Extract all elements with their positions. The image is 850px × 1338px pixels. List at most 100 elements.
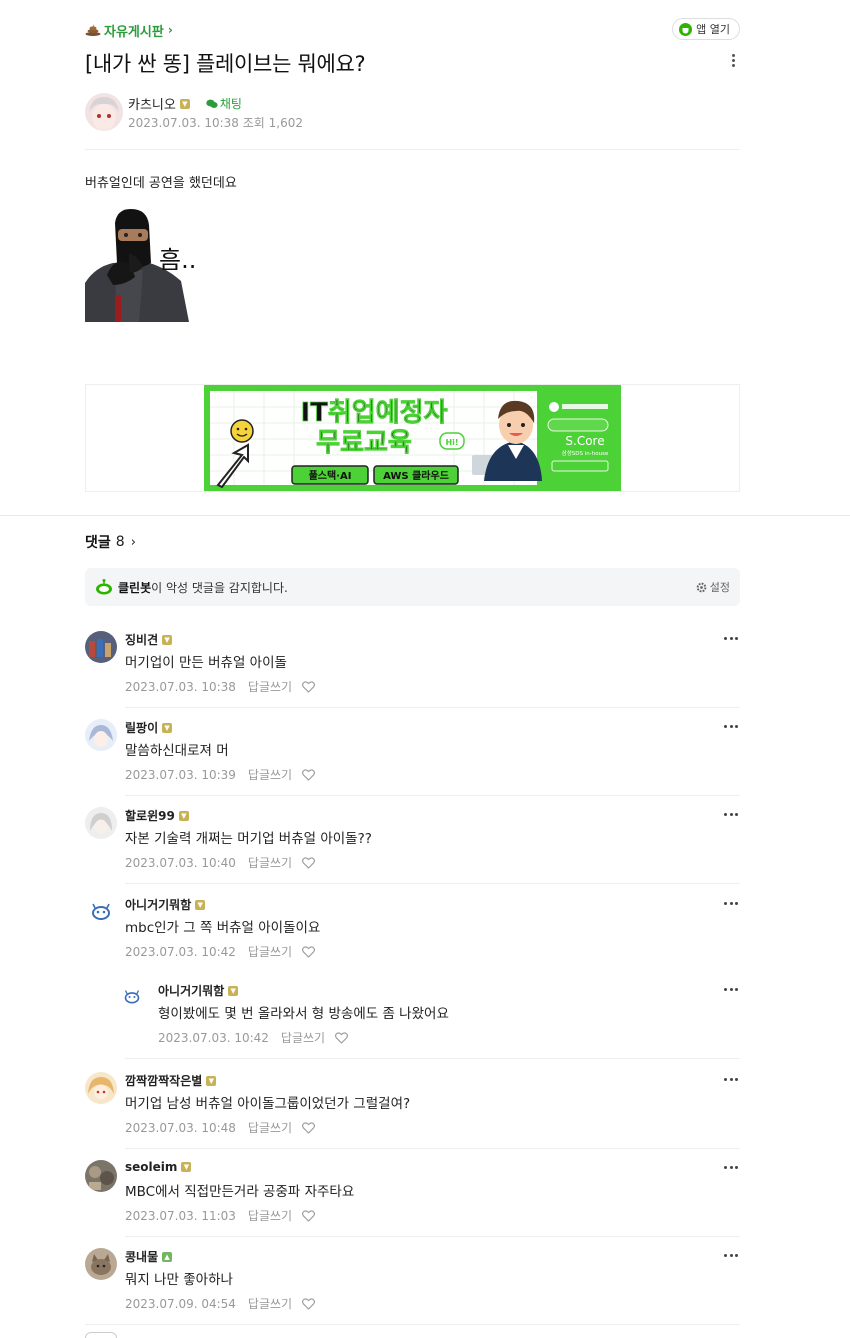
post-date: 2023.07.03. 10:38	[128, 116, 239, 130]
commenter-name[interactable]: 깜짝깜짝작은별	[125, 1072, 202, 1089]
board-name: 자유게시판	[104, 24, 164, 40]
commenter-avatar[interactable]	[119, 984, 145, 1010]
comment-date: 2023.07.09. 04:54	[125, 1296, 236, 1311]
comment-text: 자본 기술력 개쩌는 머기업 버츄얼 아이돌??	[125, 831, 372, 847]
comment-item: 깜짝깜짝작은별 ▼ 머기업 남성 버츄얼 아이돌그룹이었던가 그럴걸여? 2023…	[85, 1072, 740, 1136]
comment-text: 뭐지 나만 좋아하나	[125, 1272, 233, 1288]
commenter-avatar[interactable]	[85, 719, 117, 751]
comments-label: 댓글	[85, 535, 111, 551]
reply-item: 아니거기뭐함 ▼ 형이봤에도 몇 번 올라와서 형 방송에도 좀 나왔어요 202…	[119, 982, 740, 1046]
reply-button[interactable]: 답글쓰기	[281, 1029, 325, 1046]
ad-banner[interactable]: IT취업예정자 무료교육 Hi! 풀스택·AI AWS 클라우드 S.Core …	[204, 385, 621, 491]
comment-more-icon[interactable]	[724, 1162, 738, 1172]
comment-item: seoleim ▼ MBC에서 직접만든거라 공중파 자주타요 2023.07.0…	[85, 1160, 740, 1224]
comment-date: 2023.07.03. 10:42	[158, 1030, 269, 1045]
heart-icon[interactable]	[302, 680, 316, 693]
reply-button[interactable]: 답글쓰기	[248, 1295, 292, 1312]
commenter-name-row: 아니거기뭐함 ▼	[125, 896, 206, 913]
member-badge-icon: ▲	[162, 1251, 173, 1262]
member-badge-icon: ▼	[206, 1075, 217, 1086]
comment-more-icon[interactable]	[724, 809, 738, 819]
post-more-icon[interactable]	[726, 52, 740, 72]
comment-item: 아니거기뭐함 ▼ mbc인가 그 쪽 버츄얼 아이돌이요 2023.07.03. …	[85, 896, 740, 960]
comment-item: 징비견 ▼ 머기업이 만든 버츄얼 아이돌 2023.07.03. 10:38 답…	[85, 631, 740, 695]
commenter-name-row: 할로윈99 ▼	[125, 807, 189, 824]
reply-button[interactable]: 답글쓰기	[248, 1119, 292, 1136]
comment-more-icon[interactable]	[724, 984, 738, 994]
heart-icon[interactable]	[302, 768, 316, 781]
chevron-right-icon: ›	[130, 534, 136, 550]
next-commenter-avatar[interactable]	[85, 1332, 117, 1338]
comment-divider	[125, 883, 740, 884]
commenter-name[interactable]: 릴팡이	[125, 719, 158, 736]
reply-button[interactable]: 답글쓰기	[248, 766, 292, 783]
commenter-avatar[interactable]	[85, 631, 117, 663]
chevron-right-icon: ›	[167, 23, 173, 37]
commenter-name[interactable]: 아니거기뭐함	[125, 896, 191, 913]
app-open-button[interactable]: 앱 열기	[672, 18, 740, 40]
commenter-avatar[interactable]	[85, 896, 117, 928]
meme-text: 흠..	[159, 246, 196, 274]
commenter-name[interactable]: 할로윈99	[125, 807, 175, 824]
member-badge-icon: ▼	[181, 1162, 192, 1172]
reply-button[interactable]: 답글쓰기	[248, 854, 292, 871]
comment-item: 콩내물 ▲ 뭐지 나만 좋아하나 2023.07.09. 04:54 답글쓰기	[85, 1248, 740, 1312]
member-badge-icon: ▼	[162, 722, 173, 733]
comment-more-icon[interactable]	[724, 633, 738, 643]
cleanbot-settings-button[interactable]: 설정	[696, 579, 730, 595]
author-name-row: 카츠니오 ▼ 채팅	[128, 94, 242, 113]
comment-meta: 2023.07.03. 10:40 답글쓰기	[125, 854, 316, 871]
comment-more-icon[interactable]	[724, 1250, 738, 1260]
heart-icon[interactable]	[302, 1209, 316, 1222]
comment-more-icon[interactable]	[724, 721, 738, 731]
ad-tag-1: 풀스택·AI	[309, 469, 352, 482]
author-avatar[interactable]	[85, 93, 123, 131]
ad-container: IT취업예정자 무료교육 Hi! 풀스택·AI AWS 클라우드 S.Core …	[85, 384, 740, 492]
comment-text: mbc인가 그 쪽 버츄얼 아이돌이요	[125, 920, 321, 936]
comments-header[interactable]: 댓글 8 ›	[85, 532, 136, 552]
ad-bubble: Hi!	[445, 438, 458, 447]
comment-divider	[125, 795, 740, 796]
chat-icon	[206, 99, 218, 108]
settings-label: 설정	[709, 581, 730, 594]
board-link[interactable]: 자유게시판 ›	[85, 21, 173, 40]
commenter-name[interactable]: 아니거기뭐함	[158, 982, 224, 999]
cafe-icon	[679, 22, 693, 36]
heart-icon[interactable]	[302, 1121, 316, 1134]
comment-divider	[85, 1324, 740, 1325]
reply-button[interactable]: 답글쓰기	[248, 678, 292, 695]
ad-headline-1: IT취업예정자	[300, 398, 447, 428]
heart-icon[interactable]	[335, 1031, 349, 1044]
comment-date: 2023.07.03. 10:42	[125, 944, 236, 959]
commenter-name[interactable]: 징비견	[125, 631, 158, 648]
heart-icon[interactable]	[302, 1297, 316, 1310]
commenter-avatar[interactable]	[85, 1160, 117, 1192]
header-divider	[85, 149, 740, 150]
heart-icon[interactable]	[302, 856, 316, 869]
author-box: 카츠니오 ▼ 채팅 2023.07.03. 10:38 조회 1,602	[85, 92, 740, 138]
commenter-avatar[interactable]	[85, 1072, 117, 1104]
commenter-name[interactable]: 콩내물	[125, 1248, 158, 1265]
comment-more-icon[interactable]	[724, 898, 738, 908]
commenter-avatar[interactable]	[85, 807, 117, 839]
poop-icon	[85, 24, 101, 36]
ad-tag-2: AWS 클라우드	[383, 469, 449, 482]
comment-date: 2023.07.03. 10:39	[125, 767, 236, 782]
gear-icon	[696, 582, 707, 592]
chat-link[interactable]: 채팅	[206, 95, 242, 112]
comment-divider	[125, 1236, 740, 1237]
post-meta: 2023.07.03. 10:38 조회 1,602	[128, 114, 303, 131]
post-body-text: 버츄얼인데 공연을 했던데요	[85, 176, 237, 191]
reply-button[interactable]: 답글쓰기	[248, 943, 292, 960]
comment-more-icon[interactable]	[724, 1074, 738, 1084]
author-name[interactable]: 카츠니오	[128, 94, 176, 113]
heart-icon[interactable]	[302, 945, 316, 958]
commenter-avatar[interactable]	[85, 1248, 117, 1280]
comment-text: 머기업이 만든 버츄얼 아이돌	[125, 655, 287, 671]
reply-button[interactable]: 답글쓰기	[248, 1207, 292, 1224]
commenter-name[interactable]: seoleim	[125, 1160, 177, 1174]
ad-brand-sub: 삼성SDS in-house	[562, 449, 609, 457]
cleanbot-text: 클린봇이 악성 댓글을 감지합니다.	[118, 579, 288, 596]
comment-meta: 2023.07.03. 10:48 답글쓰기	[125, 1119, 316, 1136]
commenter-name-row: seoleim ▼	[125, 1160, 192, 1174]
